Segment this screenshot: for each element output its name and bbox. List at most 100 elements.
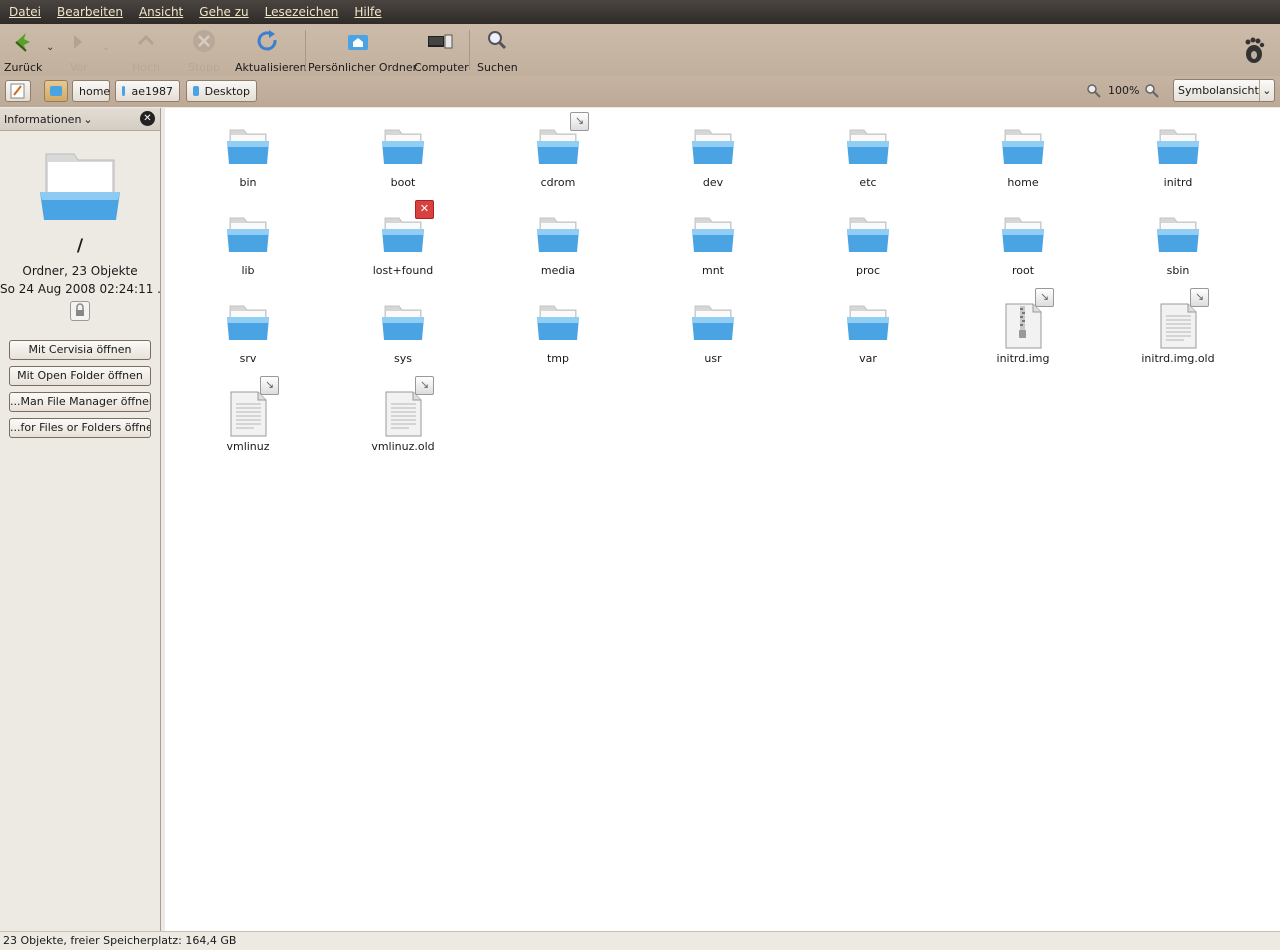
file-name: sys — [394, 352, 412, 365]
file-item-media[interactable]: media — [498, 214, 618, 277]
folder-icon — [846, 126, 890, 170]
forward-arrow-icon — [64, 27, 94, 55]
computer-button[interactable]: Computer — [414, 27, 469, 74]
zoom-out-icon[interactable] — [1086, 83, 1102, 99]
selected-item-name: / — [76, 236, 84, 256]
file-item-initrd-img-old[interactable]: ↘ initrd.img.old — [1118, 288, 1238, 365]
folder-icon — [193, 86, 199, 96]
folder-large-icon — [38, 148, 122, 224]
search-icon — [477, 27, 517, 55]
file-item-sbin[interactable]: sbin — [1118, 214, 1238, 277]
folder-icon — [536, 214, 580, 258]
folder-icon: ↘ — [536, 112, 589, 170]
view-mode-select[interactable]: Symbolansicht ⌄ — [1173, 79, 1275, 102]
menu-datei[interactable]: Datei — [9, 5, 41, 19]
back-history-chevron-icon[interactable]: ⌄ — [46, 42, 54, 53]
file-name: bin — [239, 176, 257, 189]
folder-icon — [691, 126, 735, 170]
folder-icon — [846, 302, 890, 346]
file-item-lost-found[interactable]: ✕ lost+found — [343, 200, 463, 277]
file-name: mnt — [702, 264, 724, 277]
file-name: etc — [859, 176, 877, 189]
sidebar-mode-select[interactable]: Informationen — [4, 113, 81, 126]
breadcrumb-home[interactable]: home — [72, 80, 110, 102]
toolbar: Zurück ⌄ Vor ⌄ Hoch Stopp Aktualisieren … — [0, 24, 1280, 76]
file-item-dev[interactable]: dev — [653, 126, 773, 189]
back-button[interactable]: Zurück — [4, 27, 42, 74]
file-item-var[interactable]: var — [808, 302, 928, 365]
open-with-file-manager-button[interactable]: ...Man File Manager öffnen — [9, 392, 151, 412]
toggle-location-entry-button[interactable] — [5, 80, 31, 102]
folder-icon — [226, 126, 270, 170]
file-item-usr[interactable]: usr — [653, 302, 773, 365]
selected-item-type: Ordner, 23 Objekte — [22, 264, 138, 278]
file-item-home[interactable]: home — [963, 126, 1083, 189]
menu-bearbeiten[interactable]: Bearbeiten — [57, 5, 123, 19]
symlink-emblem-icon: ↘ — [1035, 288, 1054, 307]
close-sidebar-icon[interactable]: ✕ — [140, 111, 155, 126]
symlink-emblem-icon: ↘ — [570, 112, 589, 131]
computer-icon — [414, 27, 466, 55]
home-folder-button[interactable]: Persönlicher Ordner — [308, 27, 417, 74]
file-item-vmlinuz-old[interactable]: ↘ vmlinuz.old — [343, 376, 463, 453]
menu-gehe-zu[interactable]: Gehe zu — [199, 5, 248, 19]
file-item-mnt[interactable]: mnt — [653, 214, 773, 277]
search-button[interactable]: Suchen — [477, 27, 518, 74]
breadcrumb-ae1987[interactable]: ae1987 — [115, 80, 180, 102]
archive-file-icon: ↘ — [1001, 288, 1054, 349]
folder-icon — [381, 302, 425, 346]
file-icon-view[interactable]: bin boot ↘ cdrom dev etc home initrd lib ✕ lost+fo… — [165, 108, 1280, 931]
file-item-etc[interactable]: etc — [808, 126, 928, 189]
file-name: srv — [239, 352, 257, 365]
file-item-initrd-img[interactable]: ↘ initrd.img — [963, 288, 1083, 365]
zoom-in-icon[interactable] — [1144, 83, 1160, 99]
file-name: root — [1011, 264, 1035, 277]
text-file-icon: ↘ — [1156, 288, 1209, 349]
open-with-open-folder-button[interactable]: Mit Open Folder öffnen — [9, 366, 151, 386]
forward-button[interactable]: Vor — [64, 27, 94, 74]
file-item-bin[interactable]: bin — [188, 126, 308, 189]
file-name: vmlinuz.old — [371, 440, 435, 453]
menu-hilfe[interactable]: Hilfe — [354, 5, 381, 19]
back-arrow-icon — [4, 27, 38, 55]
file-item-boot[interactable]: boot — [343, 126, 463, 189]
menubar: Datei Bearbeiten Ansicht Gehe zu Lesezei… — [0, 0, 1280, 24]
file-item-srv[interactable]: srv — [188, 302, 308, 365]
up-button[interactable]: Hoch — [126, 27, 166, 74]
folder-icon — [50, 86, 62, 96]
file-item-initrd[interactable]: initrd — [1118, 126, 1238, 189]
file-item-root[interactable]: root — [963, 214, 1083, 277]
symlink-emblem-icon: ↘ — [260, 376, 279, 395]
open-with-search-button[interactable]: ...for Files or Folders öffnen — [9, 418, 151, 438]
up-arrow-icon — [126, 27, 166, 55]
folder-icon — [122, 86, 126, 96]
file-item-proc[interactable]: proc — [808, 214, 928, 277]
selected-item-date: So 24 Aug 2008 02:24:11 ... — [0, 282, 160, 296]
chevron-down-icon[interactable]: ⌄ — [83, 113, 92, 126]
gnome-foot-logo-icon — [1240, 36, 1268, 66]
open-with-cervisia-button[interactable]: Mit Cervisia öffnen — [9, 340, 151, 360]
breadcrumb-desktop[interactable]: Desktop — [186, 80, 257, 102]
text-file-icon: ↘ — [226, 376, 279, 437]
folder-icon — [226, 214, 270, 258]
file-item-vmlinuz[interactable]: ↘ vmlinuz — [188, 376, 308, 453]
folder-icon — [846, 214, 890, 258]
zoom-level[interactable]: 100% — [1108, 84, 1139, 97]
file-item-sys[interactable]: sys — [343, 302, 463, 365]
file-item-cdrom[interactable]: ↘ cdrom — [498, 112, 618, 189]
reload-button[interactable]: Aktualisieren — [235, 27, 307, 74]
folder-icon — [691, 302, 735, 346]
forward-history-chevron-icon[interactable]: ⌄ — [102, 42, 110, 53]
menu-ansicht[interactable]: Ansicht — [139, 5, 183, 19]
menu-lesezeichen[interactable]: Lesezeichen — [265, 5, 339, 19]
file-item-tmp[interactable]: tmp — [498, 302, 618, 365]
toolbar-separator — [305, 30, 306, 70]
file-item-lib[interactable]: lib — [188, 214, 308, 277]
file-name: proc — [855, 264, 881, 277]
lock-icon — [70, 301, 90, 321]
breadcrumb-root[interactable] — [44, 80, 68, 102]
file-name: dev — [702, 176, 724, 189]
file-name: initrd.img — [996, 352, 1050, 365]
stop-button[interactable]: Stopp — [184, 27, 224, 74]
folder-icon — [1156, 214, 1200, 258]
